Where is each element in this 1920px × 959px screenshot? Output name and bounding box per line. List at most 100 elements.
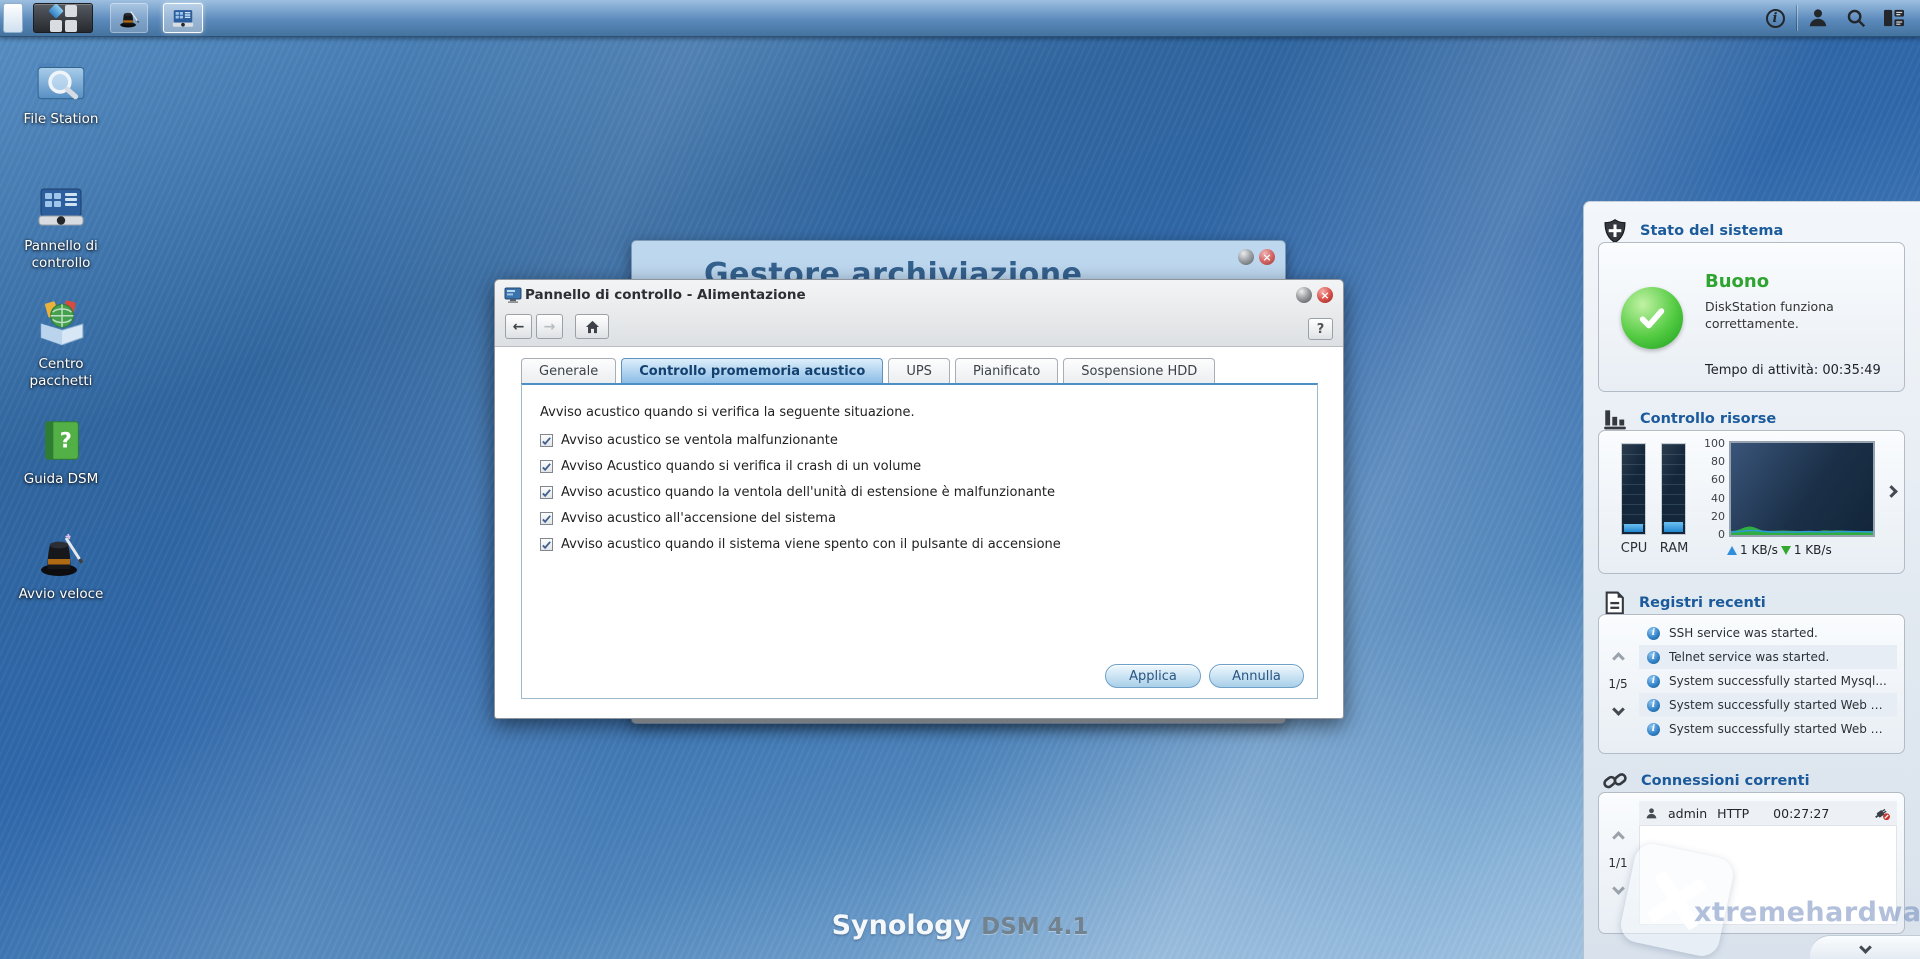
back-button[interactable]: ← xyxy=(505,314,532,339)
taskbar-separator xyxy=(1797,5,1798,31)
minimize-button[interactable] xyxy=(1238,249,1254,265)
checkbox-row-volume-crash[interactable]: Avviso Acustico quando si verifica il cr… xyxy=(540,459,921,474)
checkbox-row-expansion-fan[interactable]: Avviso acustico quando la ventola dell'u… xyxy=(540,485,1055,500)
desktop-icon-dsm-help[interactable]: ? Guida DSM xyxy=(6,415,116,488)
desktop-icon-label: File Station xyxy=(23,111,99,127)
widget-sidebar: Stato del sistema Buono DiskStation funz… xyxy=(1583,201,1920,959)
log-row[interactable]: i Telnet service was started. xyxy=(1639,645,1897,669)
checkbox-row-power-on[interactable]: Avviso acustico all'accensione del siste… xyxy=(540,511,836,526)
page-up-icon[interactable] xyxy=(1611,831,1625,844)
desktop-icon-package-center[interactable]: Centro pacchetti xyxy=(6,296,116,390)
dialog-title: Pannello di controllo - Alimentazione xyxy=(525,287,806,303)
control-panel-icon xyxy=(38,188,84,226)
checkbox-label: Avviso acustico quando il sistema viene … xyxy=(561,537,1061,552)
page-indicator: 1/5 xyxy=(1608,677,1628,691)
apply-button[interactable]: Applica xyxy=(1105,664,1201,688)
checkbox[interactable] xyxy=(540,538,553,551)
current-connections-header: Connessioni correnti xyxy=(1602,768,1810,794)
checkbox[interactable] xyxy=(540,512,553,525)
minimize-button[interactable] xyxy=(1296,287,1312,303)
sidebar-collapse-tab[interactable] xyxy=(1810,935,1920,959)
info-icon: i xyxy=(1647,674,1660,688)
collapse-chevron-icon xyxy=(1858,941,1872,954)
watermark-text: xtremehardware.com xyxy=(1694,897,1920,928)
log-row[interactable]: i System successfully started Mysql... xyxy=(1639,669,1897,693)
desktop-icon-quick-start[interactable]: Avvio veloce xyxy=(6,528,116,603)
search-button[interactable] xyxy=(1838,3,1874,33)
show-desktop-button[interactable] xyxy=(3,3,23,33)
upload-speed: 1 KB/s xyxy=(1740,543,1778,557)
control-panel-icon xyxy=(172,10,194,27)
expand-chevron-icon[interactable] xyxy=(1885,485,1898,498)
section-title: Connessioni correnti xyxy=(1641,773,1810,789)
checkbox-row-fan-malfunction[interactable]: Avviso acustico se ventola malfunzionant… xyxy=(540,433,838,448)
status-good-icon xyxy=(1621,287,1683,349)
dialog-toolbar: ← → ? xyxy=(495,310,1343,346)
checkbox[interactable] xyxy=(540,486,553,499)
brand-name: Synology xyxy=(831,910,972,941)
download-arrow-icon xyxy=(1780,545,1791,555)
connection-user: admin xyxy=(1668,805,1708,821)
info-icon: i xyxy=(1647,626,1660,640)
log-document-icon xyxy=(1605,591,1624,615)
shield-icon xyxy=(1604,218,1626,243)
dialog-titlebar[interactable]: Pannello di controllo - Alimentazione × xyxy=(495,280,1343,310)
close-icon[interactable]: × xyxy=(1317,287,1333,303)
page-down-icon[interactable] xyxy=(1611,882,1625,895)
tab-generale[interactable]: Generale xyxy=(521,358,617,383)
status-value: Buono xyxy=(1705,271,1770,292)
uptime-text: Tempo di attività: 00:35:49 xyxy=(1705,363,1881,378)
info-button[interactable]: i xyxy=(1758,3,1792,33)
ram-label: RAM xyxy=(1659,541,1689,556)
package-center-icon xyxy=(40,300,84,346)
log-row[interactable]: i SSH service was started. xyxy=(1639,621,1897,645)
file-station-icon xyxy=(37,63,85,100)
info-icon: i xyxy=(1647,698,1660,712)
checkbox-label: Avviso acustico se ventola malfunzionant… xyxy=(561,433,838,448)
page-up-icon[interactable] xyxy=(1611,652,1625,665)
help-book-icon: ? xyxy=(45,421,79,460)
panel-intro-text: Avviso acustico quando si verifica la se… xyxy=(540,405,915,420)
svg-text:?: ? xyxy=(60,428,72,453)
desktop-icon-file-station[interactable]: File Station xyxy=(6,55,116,128)
checkbox-row-power-off[interactable]: Avviso acustico quando il sistema viene … xyxy=(540,537,1061,552)
page-down-icon[interactable] xyxy=(1611,703,1625,716)
checkbox[interactable] xyxy=(540,434,553,447)
taskbar-quick-start-button[interactable] xyxy=(110,3,148,33)
disconnect-icon[interactable] xyxy=(1873,806,1891,821)
desktop-icon-label: Pannello di controllo xyxy=(24,238,98,271)
close-icon[interactable]: × xyxy=(1259,249,1275,265)
widgets-icon xyxy=(1884,9,1904,27)
home-button[interactable] xyxy=(575,314,609,339)
log-row[interactable]: i System successfully started Web S... xyxy=(1639,717,1897,741)
search-icon xyxy=(1847,9,1866,28)
help-button[interactable]: ? xyxy=(1308,318,1333,340)
page-indicator: 1/1 xyxy=(1608,856,1628,870)
tab-pianificato[interactable]: Pianificato xyxy=(954,358,1059,383)
checkbox[interactable] xyxy=(540,460,553,473)
home-icon xyxy=(585,320,599,333)
cancel-button[interactable]: Annulla xyxy=(1209,664,1304,688)
section-title: Registri recenti xyxy=(1639,595,1766,611)
forward-button[interactable]: → xyxy=(536,314,563,339)
user-menu-button[interactable] xyxy=(1800,3,1836,33)
main-menu-button[interactable] xyxy=(33,2,93,33)
section-title: Controllo risorse xyxy=(1640,411,1777,427)
desktop-icon-control-panel[interactable]: Pannello di controllo xyxy=(6,180,116,272)
taskbar-control-panel-button[interactable] xyxy=(163,3,203,33)
connection-row[interactable]: admin HTTP 00:27:27 xyxy=(1639,801,1897,825)
tab-controllo-promemoria-acustico[interactable]: Controllo promemoria acustico xyxy=(621,358,884,383)
checkbox-label: Avviso acustico all'accensione del siste… xyxy=(561,511,836,526)
resource-monitor-box[interactable]: CPU RAM 100 80 60 40 20 0 1 KB/s 1 KB/s xyxy=(1598,430,1905,574)
tab-ups[interactable]: UPS xyxy=(888,358,950,383)
control-panel-small-icon xyxy=(504,287,522,303)
pilot-view-button[interactable] xyxy=(1876,3,1912,33)
desktop-background: i File Station Pannello di controllo Cen… xyxy=(0,0,1920,959)
bar-chart-icon xyxy=(1604,410,1626,430)
log-row[interactable]: i System successfully started Web S... xyxy=(1639,693,1897,717)
dialog-content: Generale Controllo promemoria acustico U… xyxy=(495,346,1343,718)
user-icon xyxy=(1809,9,1827,27)
tab-sospensione-hdd[interactable]: Sospensione HDD xyxy=(1063,358,1216,383)
logs-pager: 1/5 xyxy=(1599,615,1637,753)
link-icon xyxy=(1603,773,1627,789)
